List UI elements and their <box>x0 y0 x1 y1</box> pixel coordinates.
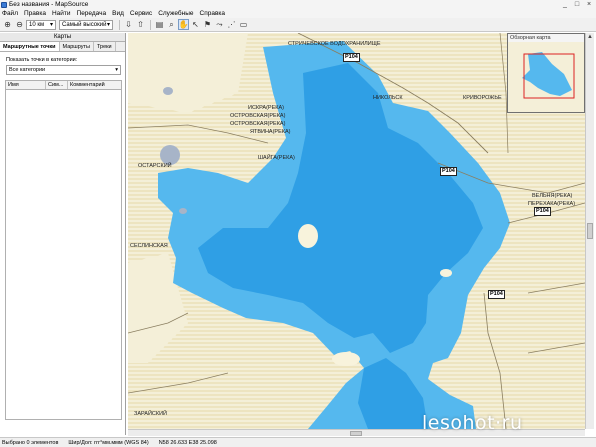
vertical-scrollbar[interactable]: ▲ <box>585 33 594 429</box>
coordinate-format: Шир/Дол: ггг°мм.ммм (WGS 84) <box>68 439 149 446</box>
lake <box>160 145 180 165</box>
map-label: ОСТРОВСКАЯ(РЕКА) <box>230 121 286 127</box>
map-label: СТРИЧЕВСКОЕ ВОДОХРАНИЛИЩЕ <box>288 41 381 47</box>
selection-status: Выбрано 0 элементов <box>2 439 59 446</box>
detail-level-value: Самый высокий <box>62 21 107 28</box>
column-symbol[interactable]: Сим... <box>46 81 68 89</box>
overview-graphic <box>508 42 584 112</box>
zoom-out-icon[interactable]: ⊖ <box>14 19 25 30</box>
map-tool-icon[interactable]: ▤ <box>154 19 165 30</box>
zoom-in-icon[interactable]: ⊕ <box>2 19 13 30</box>
chevron-down-icon: ▾ <box>106 22 110 28</box>
waypoint-table-body[interactable] <box>5 90 122 420</box>
toolbar-divider <box>150 19 151 30</box>
category-filter-label: Показать точки в категории: <box>6 57 78 63</box>
map-label: ОСТРОВСКАЯ(РЕКА) <box>230 113 286 119</box>
tab-waypoints[interactable]: Маршрутные точки <box>0 42 60 51</box>
column-name[interactable]: Имя <box>6 81 46 89</box>
send-to-device-icon[interactable]: ⇧ <box>135 19 146 30</box>
status-bar: Выбрано 0 элементов Шир/Дол: ггг°мм.ммм … <box>0 437 596 447</box>
map-label: КРИВОРОЖЬЕ <box>463 95 502 101</box>
map-label: СЕСЛИНСКАЯ <box>130 243 168 249</box>
road-shield: Р104 <box>534 207 551 216</box>
overview-map[interactable]: Обзорная карта <box>507 33 585 113</box>
menu-bar: Файл Правка Найти Передача Вид Сервис Сл… <box>0 9 596 18</box>
menu-view[interactable]: Вид <box>112 10 124 17</box>
map-label: ИСКРА(РЕКА) <box>248 105 284 111</box>
zoom-tool-icon[interactable]: ⌕ <box>166 19 177 30</box>
island <box>440 269 452 277</box>
map-label: ЗАРАЙСКИЙ <box>134 411 167 417</box>
window-title: Без названия - MapSource <box>9 1 89 8</box>
app-icon <box>1 1 7 8</box>
menu-transfer[interactable]: Передача <box>77 10 107 17</box>
lake <box>179 208 187 214</box>
island <box>332 352 360 366</box>
close-button[interactable]: × <box>583 0 595 9</box>
receive-from-device-icon[interactable]: ⇩ <box>123 19 134 30</box>
hand-tool-icon[interactable]: ✋ <box>178 19 189 30</box>
cursor-coordinates: N58 26.633 E38 25.098 <box>158 439 217 446</box>
overview-title: Обзорная карта <box>508 34 584 42</box>
watermark: lesohot·ru <box>422 412 523 434</box>
maximize-button[interactable]: □ <box>571 0 583 9</box>
detail-level-select[interactable]: Самый высокий ▾ <box>59 19 113 30</box>
panel-tabs: Маршрутные точки Маршруты Треки <box>0 42 125 52</box>
tab-routes[interactable]: Маршруты <box>60 42 94 51</box>
route-tool-icon[interactable]: ⤳ <box>214 19 225 30</box>
zoom-level-select[interactable]: 10 км ▾ <box>26 19 56 30</box>
chevron-down-icon: ▾ <box>115 67 118 73</box>
scrollbar-thumb[interactable] <box>587 223 593 239</box>
road-shield: Р104 <box>488 290 505 299</box>
map-label: ОСТАРСКИЙ <box>138 163 172 169</box>
title-bar: Без названия - MapSource _ □ × <box>0 0 596 9</box>
toolbar-divider <box>119 19 120 30</box>
column-comment[interactable]: Комментарий <box>68 81 121 89</box>
category-filter-select[interactable]: Все категории ▾ <box>6 65 121 75</box>
map-label: НИКОЛЬСК <box>373 95 403 101</box>
island <box>298 224 318 248</box>
road-shield: Р104 <box>343 53 360 62</box>
map-label: ВЕЛЬНЯ(РЕКА) <box>532 193 573 199</box>
track-tool-icon[interactable]: ⋰ <box>226 19 237 30</box>
selection-tool-icon[interactable]: ↖ <box>190 19 201 30</box>
toolbar: ⊕ ⊖ 10 км ▾ Самый высокий ▾ ⇩ ⇧ ▤ ⌕ ✋ ↖ … <box>0 18 596 32</box>
menu-edit[interactable]: Правка <box>24 10 46 17</box>
menu-find[interactable]: Найти <box>52 10 71 17</box>
chevron-down-icon: ▾ <box>49 22 53 28</box>
tab-tracks[interactable]: Треки <box>94 42 116 51</box>
lake <box>163 87 173 95</box>
left-panel: Карты Маршрутные точки Маршруты Треки По… <box>0 33 126 435</box>
map-label: ШАЙГА(РЕКА) <box>258 155 295 161</box>
scrollbar-thumb[interactable] <box>350 431 362 436</box>
distance-tool-icon[interactable]: ▭ <box>238 19 249 30</box>
minimize-button[interactable]: _ <box>559 0 571 9</box>
zoom-level-value: 10 км <box>29 21 45 28</box>
scroll-up-icon[interactable]: ▲ <box>586 33 594 42</box>
waypoint-table-header: Имя Сим... Комментарий <box>5 80 122 90</box>
menu-file[interactable]: Файл <box>2 10 18 17</box>
category-filter-value: Все категории <box>9 67 46 73</box>
map-label: ЯТВИНА(РЕКА) <box>250 129 291 135</box>
menu-help[interactable]: Справка <box>200 10 226 17</box>
menu-utilities[interactable]: Служебные <box>158 10 193 17</box>
window-controls: _ □ × <box>559 0 595 9</box>
panel-header[interactable]: Карты <box>0 33 125 42</box>
waypoint-tool-icon[interactable]: ⚑ <box>202 19 213 30</box>
menu-tools[interactable]: Сервис <box>130 10 152 17</box>
road-shield: Р104 <box>440 167 457 176</box>
